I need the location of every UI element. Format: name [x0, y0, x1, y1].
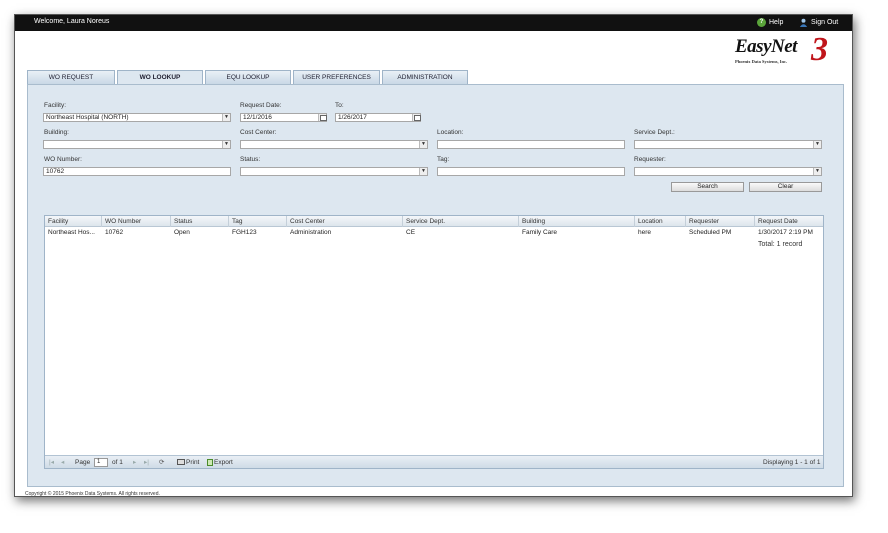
export-label: Export [214, 459, 233, 466]
tag-input[interactable] [437, 167, 625, 176]
logo-number: 3 [811, 31, 828, 68]
logo-name: EasyNet [735, 36, 797, 57]
request-date-value: 12/1/2016 [243, 114, 272, 121]
chevron-down-icon: ▼ [222, 114, 230, 121]
column-header[interactable]: Requester [686, 216, 755, 227]
export-button[interactable]: Export [207, 458, 233, 467]
wo-number-value: 10762 [46, 168, 65, 175]
tab-equ-lookup[interactable]: EQU LOOKUP [205, 70, 291, 84]
calendar-icon[interactable] [412, 114, 421, 121]
excel-icon [207, 458, 213, 466]
request-date-field[interactable]: 12/1/2016 [240, 113, 327, 122]
column-header[interactable]: Facility [45, 216, 102, 227]
page-label: Page [75, 459, 91, 466]
wo-number-label: WO Number: [44, 156, 82, 163]
cell-requester: Scheduled PM [689, 229, 732, 236]
print-label: Print [186, 459, 200, 466]
facility-select[interactable]: Northeast Hospital (NORTH) ▼ [43, 113, 231, 122]
logo-company: Phoenix Data Systems, Inc. [735, 59, 788, 64]
status-label: Status: [240, 156, 261, 163]
total-record-count: Total: 1 record [758, 241, 803, 248]
search-button[interactable]: Search [671, 182, 744, 192]
easynet-logo: EasyNet 3 Phoenix Data Systems, Inc. [733, 31, 843, 72]
column-header[interactable]: Request Date [755, 216, 825, 227]
print-button[interactable]: Print [177, 458, 199, 467]
table-row[interactable]: Northeast Hos... 10762 Open FGH123 Admin… [45, 228, 823, 238]
tab-user-preferences[interactable]: USER PREFERENCES [293, 70, 380, 84]
sign-out-label: Sign Out [811, 19, 839, 26]
grid-header: Facility WO Number Status Tag Cost Cente… [45, 216, 823, 227]
cell-wo-number: 10762 [105, 229, 124, 236]
to-date-value: 1/26/2017 [338, 114, 367, 121]
page-number-input[interactable]: 1 [94, 458, 108, 467]
status-select[interactable]: ▼ [240, 167, 428, 176]
requester-label: Requester: [634, 156, 666, 163]
column-header[interactable]: Location [635, 216, 686, 227]
user-icon [799, 18, 808, 27]
chevron-down-icon: ▼ [813, 141, 821, 148]
column-header[interactable]: Building [519, 216, 635, 227]
column-header[interactable]: Tag [229, 216, 287, 227]
location-input[interactable] [437, 140, 625, 149]
page-of-label: of 1 [112, 459, 123, 466]
last-page-icon[interactable]: ▸| [144, 458, 149, 467]
requester-select[interactable]: ▼ [634, 167, 822, 176]
chevron-down-icon: ▼ [813, 168, 821, 175]
chevron-down-icon: ▼ [419, 168, 427, 175]
tab-wo-lookup[interactable]: WO LOOKUP [117, 70, 203, 85]
column-header[interactable]: WO Number [102, 216, 171, 227]
displaying-count: Displaying 1 - 1 of 1 [763, 459, 821, 466]
help-button[interactable]: ? Help [757, 18, 783, 27]
cell-status: Open [174, 229, 190, 236]
calendar-icon[interactable] [318, 114, 327, 121]
tab-wo-request[interactable]: WO REQUEST [27, 70, 115, 84]
column-header[interactable]: Status [171, 216, 229, 227]
printer-icon [177, 459, 185, 466]
next-page-icon[interactable]: ▸ [133, 458, 136, 467]
tag-label: Tag: [437, 156, 450, 163]
chevron-down-icon: ▼ [419, 141, 427, 148]
cell-location: here [638, 229, 652, 236]
cell-building: Family Care [522, 229, 558, 236]
welcome-text: Welcome, Laura Noreus [34, 18, 110, 25]
prev-page-icon[interactable]: ◂ [61, 458, 64, 467]
facility-label: Facility: [44, 102, 67, 109]
cell-request-date: 1/30/2017 2:19 PM [758, 229, 813, 236]
service-dept-label: Service Dept.: [634, 129, 675, 136]
building-select[interactable]: ▼ [43, 140, 231, 149]
cost-center-label: Cost Center: [240, 129, 277, 136]
tab-administration[interactable]: ADMINISTRATION [382, 70, 468, 84]
to-date-field[interactable]: 1/26/2017 [335, 113, 421, 122]
cell-service-dept: CE [406, 229, 416, 236]
column-header[interactable]: Service Dept. [403, 216, 519, 227]
copyright-text: Copyright © 2015 Phoenix Data Systems. A… [25, 491, 160, 497]
request-date-label: Request Date: [240, 102, 282, 109]
top-bar: Welcome, Laura Noreus ? Help Sign Out [15, 15, 852, 31]
first-page-icon[interactable]: |◂ [49, 458, 54, 467]
results-grid: Facility WO Number Status Tag Cost Cente… [44, 215, 824, 469]
cell-facility: Northeast Hos... [48, 229, 95, 236]
grid-pager: |◂ ◂ Page 1 of 1 ▸ ▸| ⟳ Print Export Dis… [45, 455, 823, 468]
clear-button[interactable]: Clear [749, 182, 822, 192]
column-header[interactable]: Cost Center [287, 216, 403, 227]
to-date-label: To: [335, 102, 344, 109]
wo-number-input[interactable]: 10762 [43, 167, 231, 176]
chevron-down-icon: ▼ [222, 141, 230, 148]
building-label: Building: [44, 129, 69, 136]
cell-tag: FGH123 [232, 229, 257, 236]
main-tabs: WO REQUEST WO LOOKUP EQU LOOKUP USER PRE… [27, 70, 470, 85]
help-label: Help [769, 19, 784, 26]
help-icon: ? [757, 18, 766, 27]
cost-center-select[interactable]: ▼ [240, 140, 428, 149]
sign-out-button[interactable]: Sign Out [799, 18, 838, 27]
refresh-icon[interactable]: ⟳ [159, 458, 164, 467]
location-label: Location: [437, 129, 464, 136]
app-window: Welcome, Laura Noreus ? Help Sign Out Ea… [14, 14, 853, 497]
cell-cost-center: Administration [290, 229, 332, 236]
service-dept-select[interactable]: ▼ [634, 140, 822, 149]
facility-value: Northeast Hospital (NORTH) [46, 114, 129, 121]
